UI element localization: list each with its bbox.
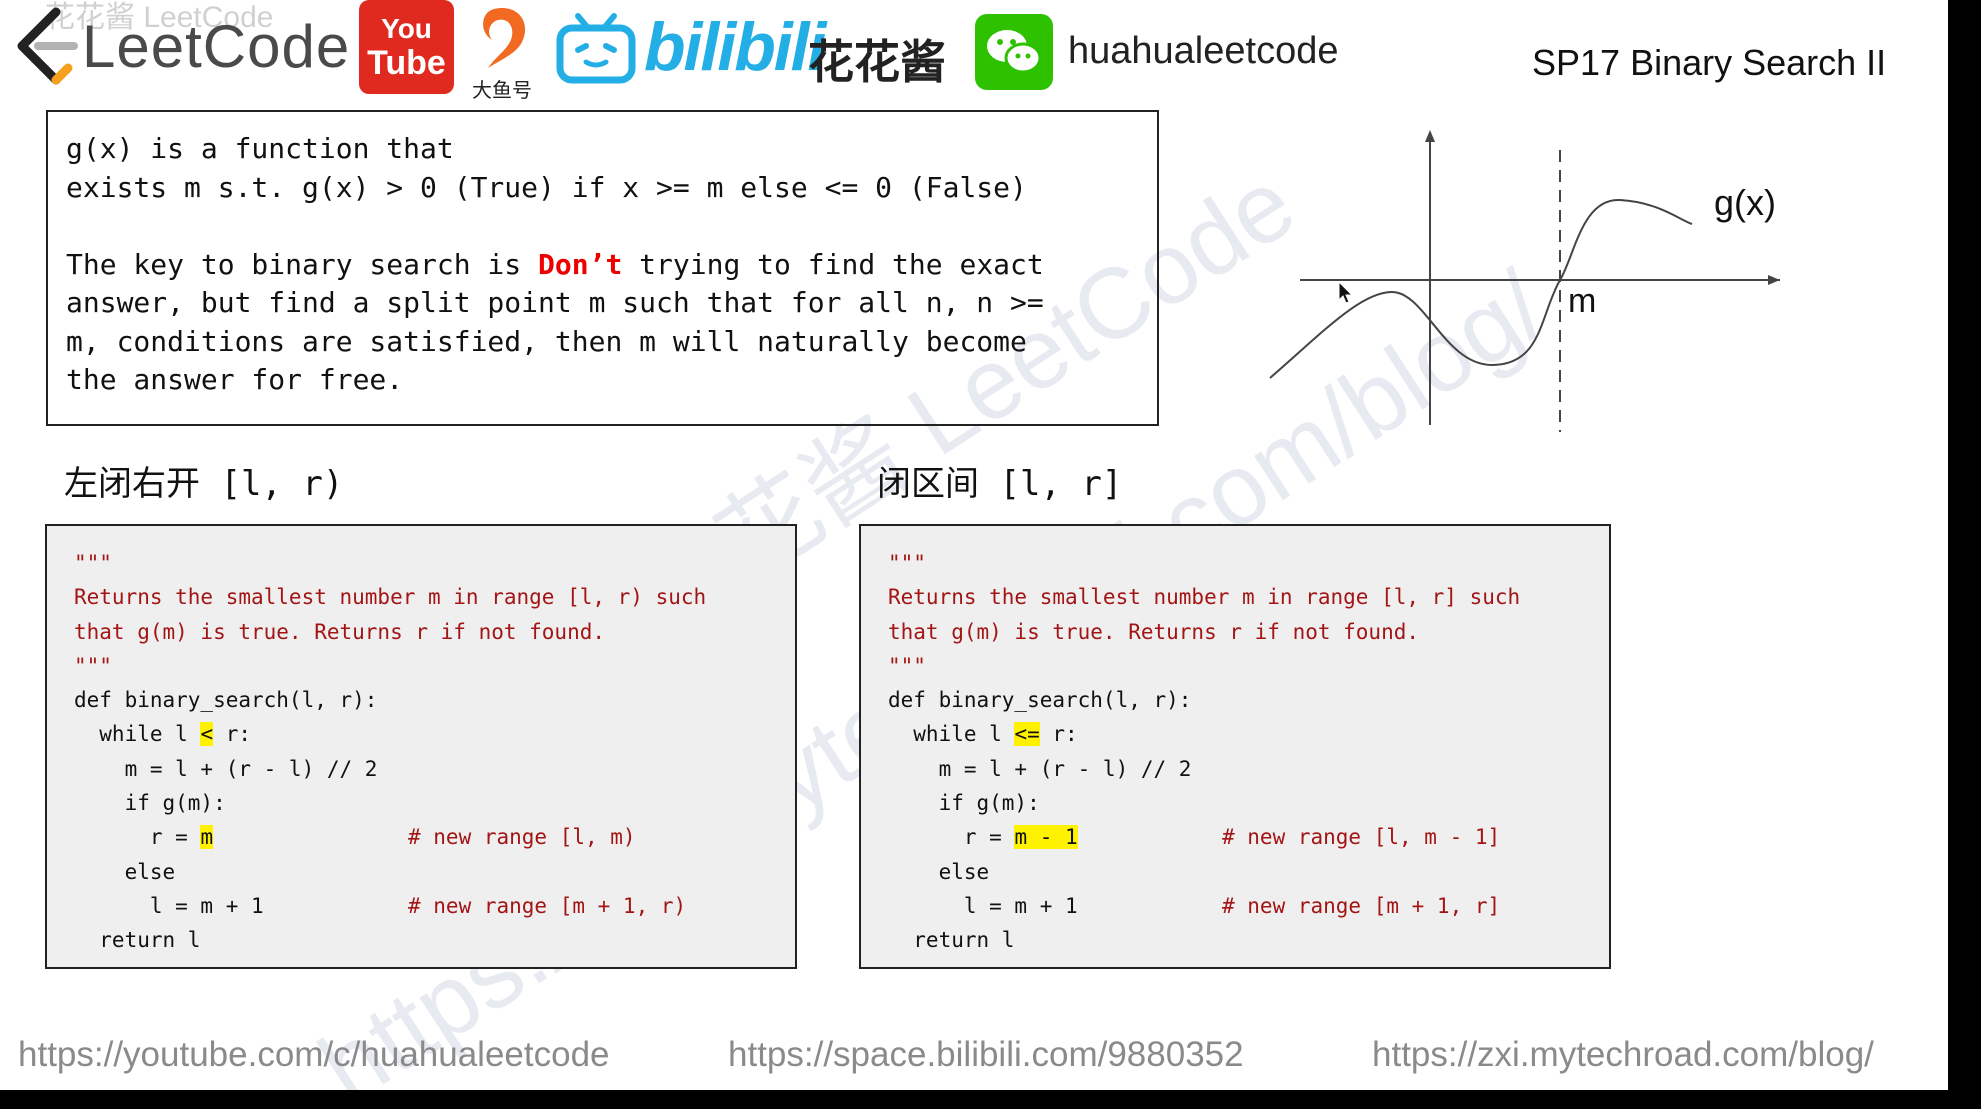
code-def: def binary_search(l, r): <box>74 688 378 713</box>
code-doc-line-2: that g(m) is true. Returns r if not foun… <box>888 619 1420 644</box>
bilibili-tv-icon <box>556 13 636 84</box>
wechat-handle: huahualeetcode <box>1068 30 1339 72</box>
code-if: if g(m): <box>888 791 1040 816</box>
code-r-comment: # new range [l, m) <box>408 825 636 850</box>
code-r-assign-highlight: m - 1 <box>1014 825 1078 850</box>
code-l-assign-text: l = m + 1 <box>74 893 264 918</box>
dont-emphasis: Don’t <box>538 247 623 281</box>
intro-box: g(x) is a function that exists m s.t. g(… <box>46 110 1159 426</box>
code-while-post: r: <box>213 722 252 747</box>
code-while: while l < r: <box>74 717 795 751</box>
mouse-cursor-icon <box>1338 281 1354 304</box>
intro-line-3-pre: The key to binary search is <box>66 247 539 281</box>
x-axis-arrow <box>1768 275 1780 285</box>
code-while: while l <= r: <box>888 717 1609 751</box>
intro-line-6: the answer for free. <box>66 363 404 396</box>
right-heading-cn: 闭区间 <box>877 465 979 503</box>
code-doc-line-1: Returns the smallest number m in range [… <box>888 585 1521 610</box>
code-mid: m = l + (r - l) // 2 <box>888 756 1192 781</box>
function-graph <box>1269 130 1780 432</box>
youtube-logo-icon: You Tube <box>359 0 454 94</box>
code-l-comment: # new range [m + 1, r) <box>408 893 687 918</box>
code-l-assign: l = m + 1 # new range [m + 1, r) <box>74 889 795 923</box>
intro-line-3: The key to binary search is Don’t trying… <box>66 246 1157 285</box>
youtube-logo-line2: Tube <box>367 44 446 82</box>
bilibili-logo-text: bilibili <box>644 9 826 85</box>
code-return: return l <box>74 928 201 953</box>
huahua-cn-title: 花花酱 <box>808 36 946 88</box>
code-l-comment: # new range [m + 1, r] <box>1222 893 1501 918</box>
code-r-assign-highlight: m <box>200 825 214 850</box>
youtube-logo-line1: You <box>381 13 432 44</box>
right-heading-interval: [l, r] <box>979 464 1123 504</box>
code-while-op-highlight: < <box>200 722 214 747</box>
wechat-icon <box>975 14 1053 90</box>
code-while-op-highlight: <= <box>1014 722 1040 747</box>
dayu-label: 大鱼号 <box>472 80 532 102</box>
code-r-assign: r = m # new range [l, m) <box>74 820 795 854</box>
code-doc-open: """ <box>888 551 926 575</box>
intro-line-2: exists m s.t. g(x) > 0 (True) if x >= m … <box>66 170 1027 204</box>
left-section-heading: 左闭右开 [l, r) <box>64 456 343 505</box>
code-r-assign-pre: r = <box>888 825 1015 850</box>
code-if: if g(m): <box>74 791 226 816</box>
left-heading-interval: [l, r) <box>200 464 344 504</box>
video-black-bar <box>1948 0 1981 1109</box>
code-return: return l <box>888 928 1015 953</box>
gx-label: g(x) <box>1714 182 1776 223</box>
y-axis-arrow <box>1425 130 1435 142</box>
intro-line-1: g(x) is a function that <box>66 132 454 165</box>
code-l-assign: l = m + 1 # new range [m + 1, r] <box>888 889 1609 923</box>
m-label: m <box>1568 282 1597 320</box>
left-heading-cn: 左闭右开 <box>64 465 200 503</box>
code-doc-open: """ <box>74 551 112 575</box>
g-curve <box>1269 198 1693 379</box>
slide: 花花酱 LeetCode 花花酱 LeetCode https://zxi.my… <box>0 0 1948 1090</box>
code-while-post: r: <box>1039 722 1078 747</box>
code-l-assign-text: l = m + 1 <box>888 893 1078 918</box>
code-r-comment: # new range [l, m - 1] <box>1222 825 1501 850</box>
code-def: def binary_search(l, r): <box>888 688 1192 713</box>
code-mid: m = l + (r - l) // 2 <box>74 756 378 781</box>
code-r-assign-pre: r = <box>74 825 201 850</box>
bilibili-url: https://space.bilibili.com/9880352 <box>728 1035 1244 1074</box>
blog-url: https://zxi.mytechroad.com/blog/ <box>1372 1035 1874 1074</box>
code-doc-line-1: Returns the smallest number m in range [… <box>74 585 707 610</box>
slide-title: SP17 Binary Search II <box>1532 42 1887 83</box>
code-doc-close: """ <box>888 653 926 678</box>
left-code-box: """ Returns the smallest number m in ran… <box>45 524 797 969</box>
code-else: else <box>888 859 990 884</box>
code-r-assign: r = m - 1 # new range [l, m - 1] <box>888 820 1609 854</box>
code-doc-close: """ <box>74 653 112 678</box>
intro-line-3-post: trying to find the exact <box>622 247 1044 281</box>
right-section-heading: 闭区间 [l, r] <box>877 456 1122 505</box>
intro-line-5: m, conditions are satisfied, then m will… <box>66 324 1027 358</box>
code-doc-line-2: that g(m) is true. Returns r if not foun… <box>74 619 606 644</box>
leetcode-logo-text: LeetCode <box>82 13 351 80</box>
youtube-url: https://youtube.com/c/huahualeetcode <box>18 1035 610 1074</box>
code-else: else <box>74 859 176 884</box>
code-while-pre: while l <box>74 722 201 747</box>
code-while-pre: while l <box>888 722 1015 747</box>
intro-line-4: answer, but find a split point m such th… <box>66 286 1044 319</box>
right-code-box: """ Returns the smallest number m in ran… <box>859 524 1611 969</box>
